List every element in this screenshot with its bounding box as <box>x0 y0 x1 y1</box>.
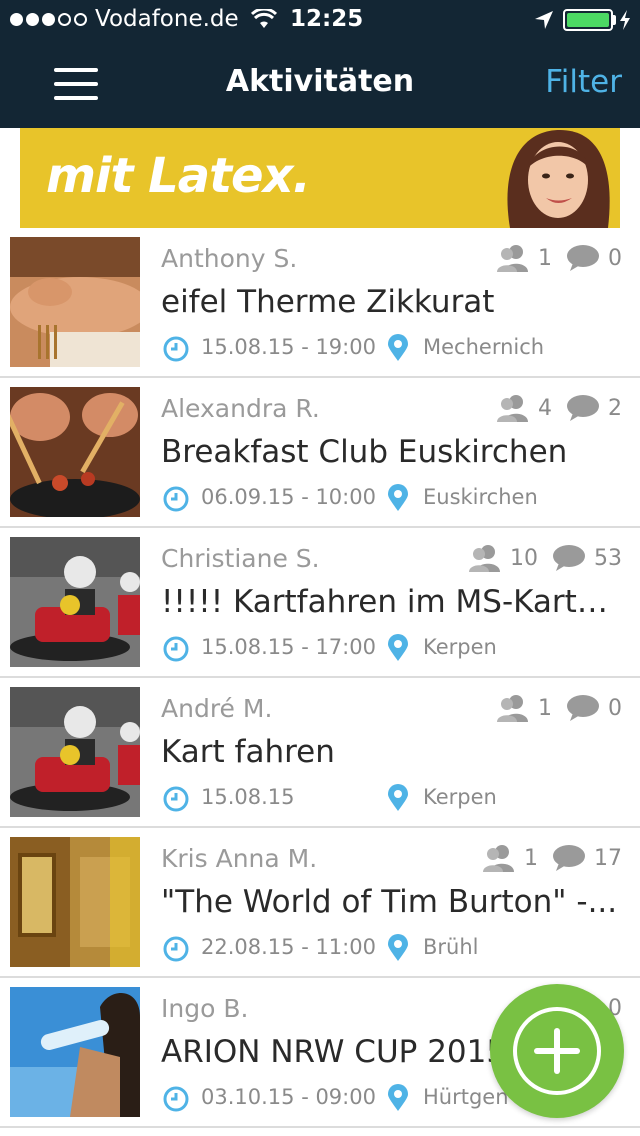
activity-thumbnail <box>10 987 140 1117</box>
ad-banner[interactable]: mit Latex. <box>20 128 620 228</box>
location-arrow-icon <box>535 11 553 29</box>
wifi-icon <box>250 9 277 28</box>
activity-place: Euskirchen <box>423 485 538 509</box>
activity-title: Breakfast Club Euskirchen <box>161 434 568 470</box>
people-icon <box>483 845 514 872</box>
activity-stats: 1 0 <box>496 694 622 722</box>
add-activity-button[interactable] <box>490 984 624 1118</box>
activity-title: eifel Therme Zikkurat <box>161 284 495 320</box>
activity-thumbnail <box>10 537 140 667</box>
activity-date: 22.08.15 - 11:00 <box>201 935 376 959</box>
battery-icon <box>563 9 613 31</box>
people-icon <box>497 245 528 272</box>
charging-icon <box>620 10 630 30</box>
people-icon <box>497 395 528 422</box>
hamburger-icon[interactable] <box>54 66 98 102</box>
location-pin-icon <box>388 1084 408 1111</box>
banner-text: mit Latex. <box>46 148 311 204</box>
clock-icon <box>163 936 189 962</box>
location-pin-icon <box>388 934 408 961</box>
activity-thumbnail <box>10 387 140 517</box>
clock-icon <box>163 636 189 662</box>
activity-date: 15.08.15 <box>201 785 295 809</box>
comment-count: 0 <box>608 245 622 271</box>
banner-woman-image <box>490 128 620 228</box>
clock-icon <box>163 1086 189 1112</box>
activity-stats: 1 0 <box>496 244 622 272</box>
clock-icon <box>163 486 189 512</box>
activity-title: Kart fahren <box>161 734 335 770</box>
list-item[interactable]: Alexandra R. 4 2 Breakfast Club Euskirch… <box>0 378 640 528</box>
comment-count: 53 <box>594 545 622 571</box>
people-icon <box>497 695 528 722</box>
activity-place: Brühl <box>423 935 479 959</box>
activity-thumbnail <box>10 687 140 817</box>
participant-count: 10 <box>510 545 538 571</box>
activity-author: Kris Anna M. <box>161 844 318 873</box>
activity-author: Alexandra R. <box>161 394 320 423</box>
carrier: Vodafone.de <box>10 6 277 32</box>
speech-bubble-icon <box>553 845 585 871</box>
participant-count: 4 <box>538 395 552 421</box>
activity-place: Hürtgen <box>423 1085 509 1109</box>
activity-date: 06.09.15 - 10:00 <box>201 485 376 509</box>
participant-count: 1 <box>524 845 538 871</box>
activity-thumbnail <box>10 837 140 967</box>
clock-icon <box>163 786 189 812</box>
speech-bubble-icon <box>567 395 599 421</box>
status-bar: Vodafone.de 12:25 <box>0 0 640 40</box>
comment-count: 17 <box>594 845 622 871</box>
participant-count: 1 <box>538 245 552 271</box>
clock-icon <box>163 336 189 362</box>
top-bar: Vodafone.de 12:25 Aktivitäten Filter <box>0 0 640 128</box>
location-pin-icon <box>388 484 408 511</box>
list-item[interactable]: André M. 1 0 Kart fahren 15.08.15 Kerpen <box>0 678 640 828</box>
activity-date: 03.10.15 - 09:00 <box>201 1085 376 1109</box>
list-item[interactable]: Kris Anna M. 1 17 "The World of Tim Burt… <box>0 828 640 978</box>
carrier-name: Vodafone.de <box>95 6 239 32</box>
list-item[interactable]: Christiane S. 10 53 !!!!! Kartfahren im … <box>0 528 640 678</box>
activity-date: 15.08.15 - 19:00 <box>201 335 376 359</box>
activity-author: Anthony S. <box>161 244 298 273</box>
list-item[interactable]: Anthony S. 1 0 eifel Therme Zikkurat 15.… <box>0 228 640 378</box>
location-pin-icon <box>388 784 408 811</box>
comment-count: 0 <box>608 695 622 721</box>
activity-place: Kerpen <box>423 635 497 659</box>
activity-stats: 4 2 <box>496 394 622 422</box>
speech-bubble-icon <box>553 545 585 571</box>
activity-stats: 10 53 <box>468 544 622 572</box>
activity-thumbnail <box>10 237 140 367</box>
activity-stats: 1 17 <box>482 844 622 872</box>
filter-button[interactable]: Filter <box>545 64 622 100</box>
activity-place: Mechernich <box>423 335 545 359</box>
participant-count: 1 <box>538 695 552 721</box>
people-icon <box>469 545 500 572</box>
speech-bubble-icon <box>567 695 599 721</box>
status-time: 12:25 <box>290 6 364 32</box>
battery-tip <box>613 15 616 25</box>
activity-date: 15.08.15 - 17:00 <box>201 635 376 659</box>
activity-title: !!!!! Kartfahren im MS-Kartce... <box>161 584 621 620</box>
activity-title: "The World of Tim Burton" -... <box>161 884 618 920</box>
location-pin-icon <box>388 334 408 361</box>
activity-place: Kerpen <box>423 785 497 809</box>
activity-author: Christiane S. <box>161 544 320 573</box>
location-pin-icon <box>388 634 408 661</box>
comment-count: 2 <box>608 395 622 421</box>
activity-author: Ingo B. <box>161 994 249 1023</box>
signal-icon <box>10 12 87 26</box>
activity-author: André M. <box>161 694 273 723</box>
speech-bubble-icon <box>567 245 599 271</box>
plus-icon-vertical <box>554 1028 560 1074</box>
